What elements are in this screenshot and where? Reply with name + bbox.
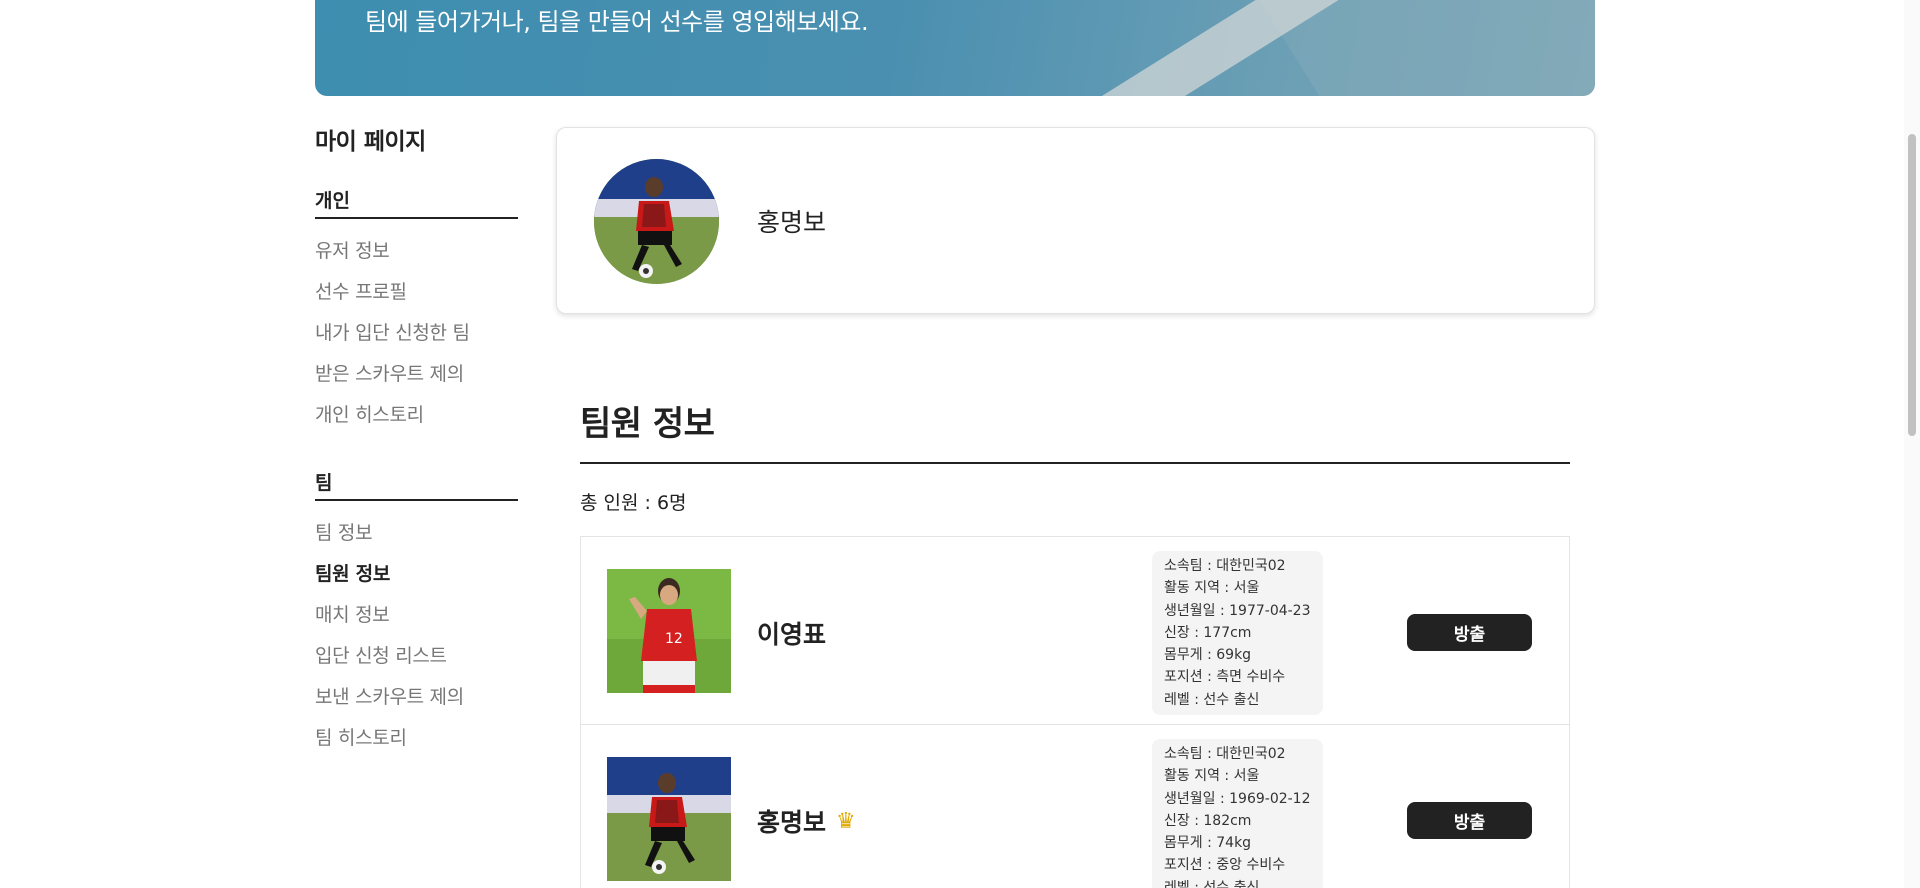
avatar bbox=[594, 159, 719, 284]
sidebar-item-join-requests[interactable]: 입단 신청 리스트 bbox=[315, 636, 518, 677]
sidebar-item-sent-scouts[interactable]: 보낸 스카우트 제의 bbox=[315, 677, 518, 718]
member-name-label: 이영표 bbox=[757, 620, 827, 649]
info-level: 레벨 : 선수 출신 bbox=[1164, 879, 1260, 888]
sidebar-item-received-scouts[interactable]: 받은 스카우트 제의 bbox=[315, 354, 518, 395]
member-count: 총 인원 : 6명 bbox=[580, 492, 687, 514]
player-photo-icon bbox=[607, 757, 731, 881]
info-birthdate: 생년월일 : 1977-04-23 bbox=[1164, 602, 1311, 619]
sidebar: 마이 페이지 개인 유저 정보 선수 프로필 내가 입단 신청한 팀 받은 스카… bbox=[315, 122, 518, 759]
sidebar-item-team-members[interactable]: 팀원 정보 bbox=[315, 554, 518, 595]
info-position: 포지션 : 측면 수비수 bbox=[1164, 669, 1286, 686]
info-height: 신장 : 177cm bbox=[1164, 624, 1252, 641]
info-position: 포지션 : 중앙 수비수 bbox=[1164, 857, 1286, 874]
player-photo-icon bbox=[594, 159, 719, 284]
info-weight: 몸무게 : 69kg bbox=[1164, 647, 1252, 664]
member-photo: 12 bbox=[607, 569, 731, 693]
svg-text:12: 12 bbox=[665, 631, 683, 647]
member-info-card: 소속팀 : 대한민국02 활동 지역 : 서울 생년월일 : 1969-02-1… bbox=[1152, 739, 1323, 888]
kick-member-button[interactable]: 방출 bbox=[1407, 614, 1532, 651]
player-photo-icon: 12 bbox=[607, 569, 731, 693]
profile-name: 홍명보 bbox=[757, 208, 827, 237]
sidebar-item-player-profile[interactable]: 선수 프로필 bbox=[315, 272, 518, 313]
info-team: 소속팀 : 대한민국02 bbox=[1164, 746, 1286, 762]
page-title: 팀원 정보 bbox=[580, 404, 715, 444]
list-item: 홍명보 ♛ 소속팀 : 대한민국02 활동 지역 : 서울 생년월일 : 196… bbox=[581, 725, 1569, 888]
hero-banner: 팀에 들어가거나, 팀을 만들어 선수를 영입해보세요. bbox=[315, 0, 1595, 96]
info-height: 신장 : 182cm bbox=[1164, 812, 1252, 829]
sidebar-item-team-history[interactable]: 팀 히스토리 bbox=[315, 718, 518, 759]
info-team: 소속팀 : 대한민국02 bbox=[1164, 558, 1286, 574]
member-name: 홍명보 ♛ bbox=[757, 803, 856, 839]
info-weight: 몸무게 : 74kg bbox=[1164, 835, 1252, 852]
crown-icon: ♛ bbox=[836, 808, 856, 834]
kick-member-button[interactable]: 방출 bbox=[1407, 802, 1532, 839]
list-item: 12 이영표 소속팀 : 대한민국02 활동 지역 : 서울 생년월일 : 19… bbox=[581, 537, 1569, 725]
sidebar-item-personal-history[interactable]: 개인 히스토리 bbox=[315, 395, 518, 436]
sidebar-section-team: 팀 bbox=[315, 468, 518, 501]
info-birthdate: 생년월일 : 1969-02-12 bbox=[1164, 790, 1311, 807]
sidebar-item-match-info[interactable]: 매치 정보 bbox=[315, 595, 518, 636]
scrollbar-thumb[interactable] bbox=[1908, 134, 1916, 436]
sidebar-item-user-info[interactable]: 유저 정보 bbox=[315, 231, 518, 272]
member-list: 12 이영표 소속팀 : 대한민국02 활동 지역 : 서울 생년월일 : 19… bbox=[580, 536, 1570, 888]
sidebar-item-team-info[interactable]: 팀 정보 bbox=[315, 513, 518, 554]
sidebar-item-my-applications[interactable]: 내가 입단 신청한 팀 bbox=[315, 313, 518, 354]
sidebar-title: 마이 페이지 bbox=[315, 129, 426, 155]
scrollbar-track[interactable] bbox=[1904, 0, 1920, 888]
title-divider bbox=[580, 462, 1570, 464]
profile-card: 홍명보 bbox=[556, 127, 1595, 314]
info-region: 활동 지역 : 서울 bbox=[1164, 768, 1260, 785]
info-level: 레벨 : 선수 출신 bbox=[1164, 691, 1260, 708]
member-photo bbox=[607, 757, 731, 881]
member-name-label: 홍명보 bbox=[757, 808, 827, 837]
member-name: 이영표 bbox=[757, 615, 826, 651]
banner-text: 팀에 들어가거나, 팀을 만들어 선수를 영입해보세요. bbox=[365, 8, 869, 36]
sidebar-section-personal: 개인 bbox=[315, 186, 518, 219]
info-region: 활동 지역 : 서울 bbox=[1164, 580, 1260, 597]
member-info-card: 소속팀 : 대한민국02 활동 지역 : 서울 생년월일 : 1977-04-2… bbox=[1152, 551, 1323, 716]
